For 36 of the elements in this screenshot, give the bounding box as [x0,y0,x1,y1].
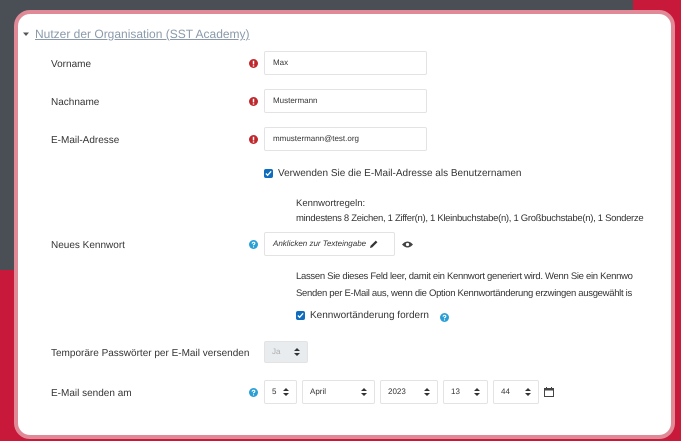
field-label: E-Mail-Adresse [51,135,120,146]
field-label: Temporäre Passwörter per E-Mail versenden [51,348,250,359]
checkbox[interactable] [296,311,305,320]
select-field[interactable]: April [302,380,375,404]
pencil-icon [370,240,378,248]
checkbox[interactable] [264,168,273,178]
field-label: Neues Kennwort [51,240,125,251]
help-icon[interactable] [440,313,449,322]
sort-arrows-icon [361,388,367,396]
field-label: E-Mail senden am [51,388,132,399]
select-field[interactable]: 5 [264,380,297,404]
help-icon[interactable] [248,388,258,396]
checkbox-label[interactable]: Verwenden Sie die E-Mail-Adresse als Benutzernamen [278,166,522,180]
sort-arrows-icon [283,388,289,396]
field-label: Vorname [51,59,92,70]
select-field[interactable]: 13 [443,380,488,404]
select-field[interactable]: 44 [493,380,539,404]
select-field[interactable]: 2023 [380,380,438,404]
sort-arrows-icon [424,388,430,396]
caret-icon[interactable] [23,31,29,37]
text-field[interactable]: Mustermann [264,89,427,113]
rules-heading: Kennwortregeln: [296,197,366,211]
checkbox-label[interactable]: Kennwortänderung fordern [310,308,429,323]
hint-text: Senden per E-Mail aus, wenn die Option Kennwortänderung erzwingen ausgewählt is [296,287,633,301]
text-field[interactable]: Max [264,51,427,75]
text-field[interactable]: mmustermann@test.org [264,127,427,151]
password-field[interactable]: Anklicken zur Texteingabe [264,232,395,256]
sort-arrows-icon [294,348,300,356]
sort-arrows-icon [525,388,531,396]
sort-arrows-icon [474,388,480,396]
hint-text: Lassen Sie dieses Feld leer, damit ein Kennwort generiert wird. Wenn Sie ein Kennwo [296,270,634,284]
eye-icon[interactable] [402,240,413,248]
rules-text: mindestens 8 Zeichen, 1 Ziffer(n), 1 Kleinbuchstabe(n), 1 Großbuchstabe(n), 1 Sonderze [296,212,644,226]
field-label: Nachname [51,97,100,108]
help-icon[interactable] [248,240,258,248]
calendar-icon[interactable] [544,387,554,397]
